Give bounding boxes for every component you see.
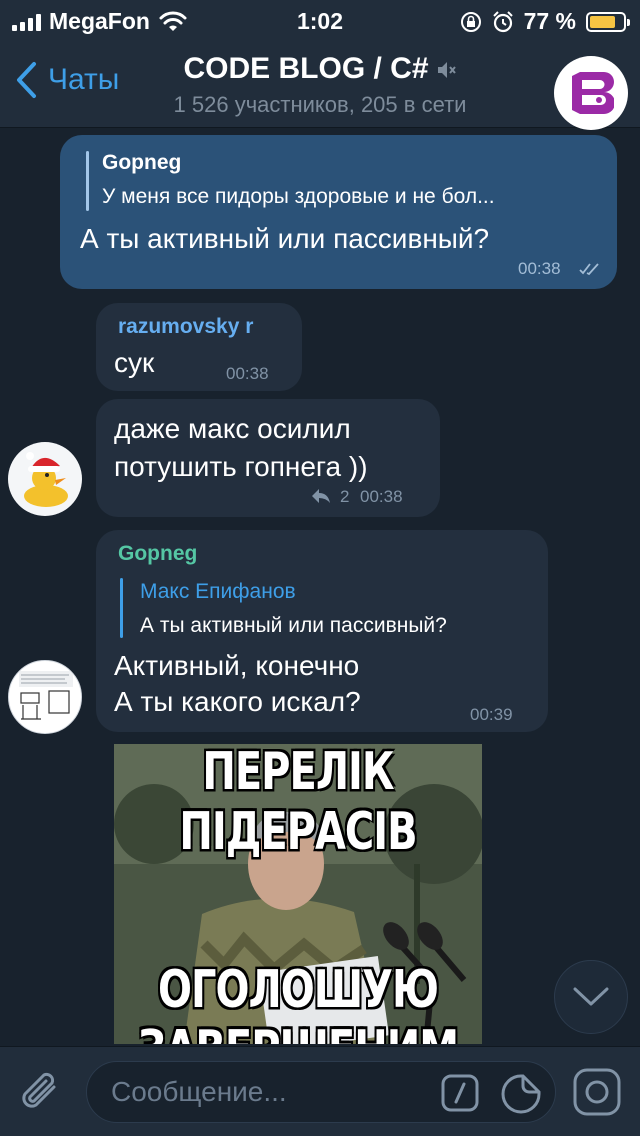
incoming-message[interactable]: razumovsky r сук 00:38 — [96, 303, 302, 391]
alarm-icon — [492, 10, 513, 32]
sender-name: razumovsky r — [118, 315, 254, 338]
read-checks-icon — [579, 263, 599, 276]
channel-avatar[interactable] — [554, 56, 628, 130]
chat-title: CODE BLOG / C# — [183, 52, 429, 85]
camera-icon[interactable] — [572, 1067, 622, 1117]
message-time: 00:39 — [470, 705, 513, 724]
message-text-line-1: Активный, конечно — [114, 650, 360, 681]
avatar[interactable] — [8, 660, 82, 734]
back-label: Чаты — [48, 63, 120, 96]
channel-logo-icon — [572, 72, 614, 114]
message-input-box[interactable] — [86, 1061, 556, 1123]
reply-count: 2 — [340, 487, 350, 506]
incoming-message[interactable]: Gopneg Макс Епифанов А ты активный или п… — [96, 530, 548, 732]
message-time: 00:38 — [360, 487, 403, 506]
back-chevron-icon — [17, 62, 36, 98]
sticker-icon[interactable] — [501, 1074, 541, 1114]
meme-photo[interactable]: ПЕРЕЛІК ПІДЕРАСІВ ОГОЛОШУЮ ЗАВЕРШЕНИМ — [114, 744, 482, 1044]
incoming-message[interactable]: даже макс осилил потушить гопнега )) 2 0… — [96, 399, 440, 517]
message-text-line-2: потушить гопнега )) — [114, 451, 368, 482]
chevron-down-icon — [573, 987, 609, 1006]
reply-author: Gopneg — [102, 151, 182, 174]
bot-command-icon[interactable] — [441, 1074, 479, 1112]
back-button[interactable]: Чаты — [14, 60, 119, 100]
message-time: 00:38 — [518, 259, 561, 278]
battery-icon — [586, 11, 630, 32]
attach-icon[interactable] — [18, 1067, 64, 1117]
chat-title-block[interactable]: CODE BLOG / C# — [120, 52, 520, 86]
message-text: А ты активный или пассивный? — [80, 223, 490, 254]
message-text-line-2: А ты какого искал? — [114, 686, 361, 717]
chat-subtitle: 1 526 участников, 205 в сети — [173, 92, 467, 117]
sender-name: Gopneg — [118, 542, 198, 565]
status-right: 77 % — [460, 8, 630, 35]
reply-author: Макс Епифанов — [140, 580, 296, 603]
rotation-lock-icon — [460, 11, 481, 32]
duck-santa-avatar-icon — [24, 452, 68, 507]
outgoing-message[interactable]: Gopneg У меня все пидоры здоровые и не б… — [60, 135, 617, 289]
avatar[interactable] — [8, 442, 82, 516]
message-text: сук — [114, 347, 155, 378]
reply-arrow-icon — [312, 489, 330, 503]
reply-text: У меня все пидоры здоровые и не бол... — [102, 185, 495, 208]
message-composer — [0, 1046, 640, 1136]
message-time: 00:38 — [226, 364, 269, 383]
status-bar: MegaFon 1:02 77 % — [0, 0, 640, 40]
reply-indicator — [86, 151, 89, 211]
mute-icon — [437, 62, 456, 79]
battery-percent: 77 % — [523, 8, 576, 34]
scroll-to-bottom-button[interactable] — [554, 960, 628, 1034]
chat-header: Чаты CODE BLOG / C# 1 526 участников, 20… — [0, 40, 640, 130]
reply-text: А ты активный или пассивный? — [140, 614, 447, 637]
meme-bottom-caption: ОГОЛОШУЮ ЗАВЕРШЕНИМ — [138, 960, 459, 1044]
message-input[interactable] — [111, 1062, 441, 1122]
message-text-line-1: даже макс осилил — [114, 413, 351, 444]
comic-avatar-icon — [19, 671, 73, 720]
reply-indicator — [120, 578, 123, 638]
meme-top-caption: ПЕРЕЛІК ПІДЕРАСІВ — [179, 744, 417, 862]
